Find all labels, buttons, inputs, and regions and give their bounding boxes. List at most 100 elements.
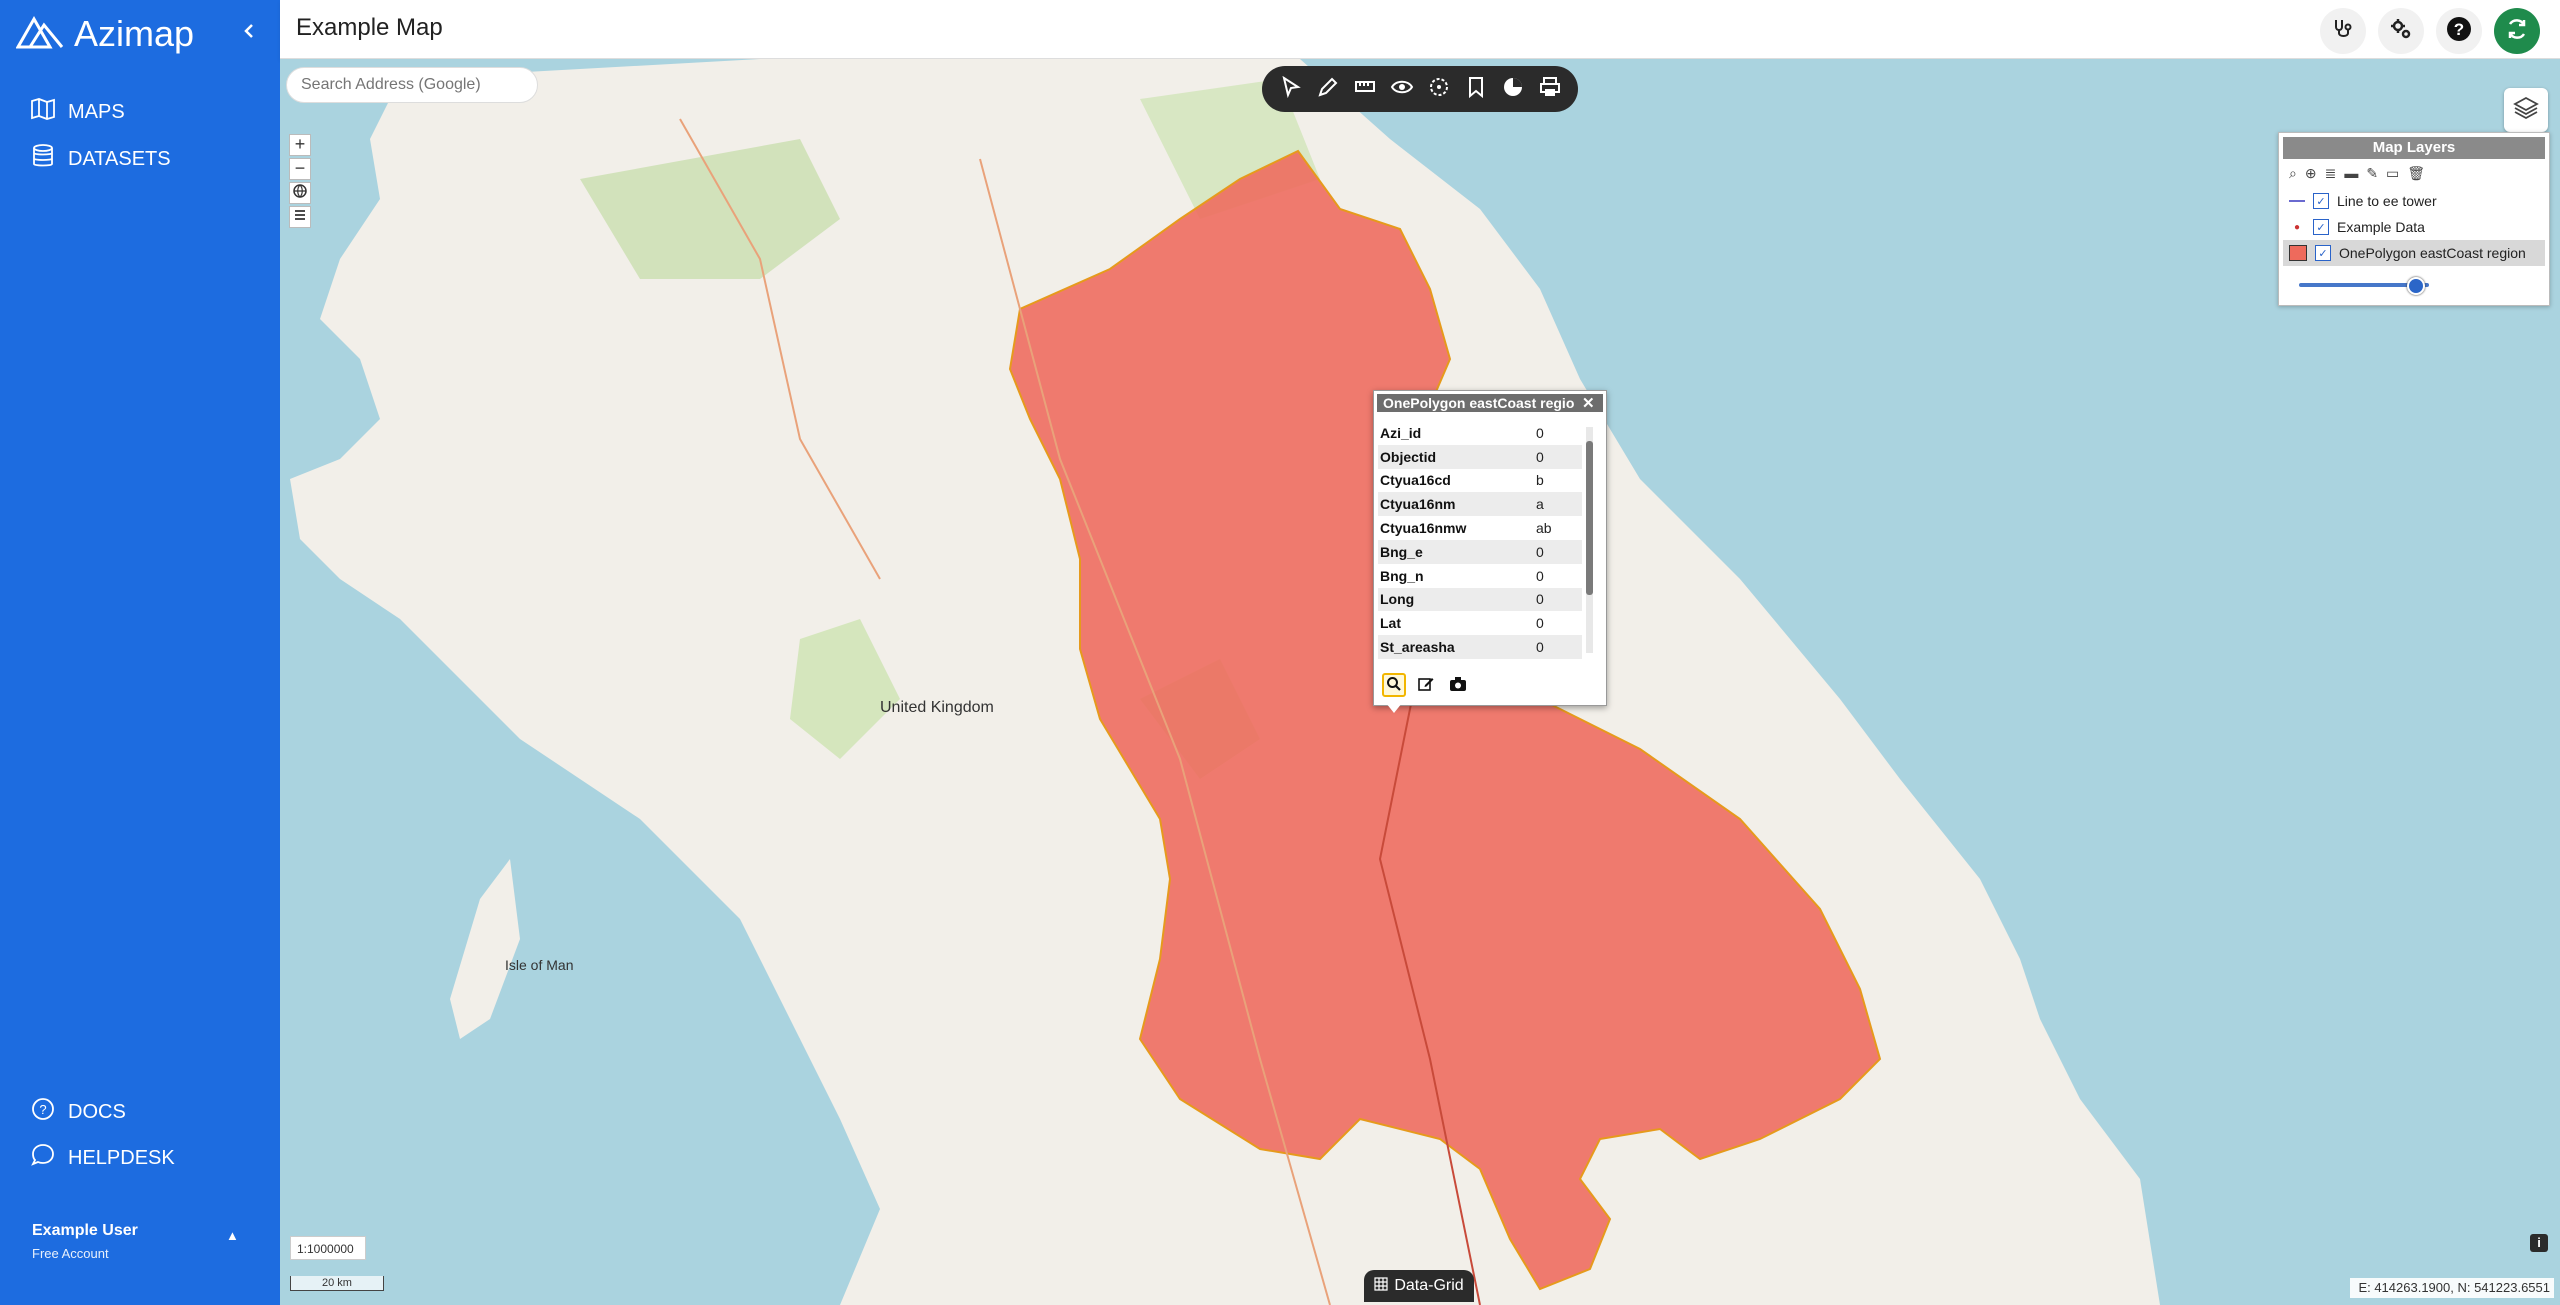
help-button[interactable]: ?: [2436, 8, 2482, 54]
attribute-key: Objectid: [1380, 448, 1437, 465]
bookmark-tool[interactable]: [1461, 74, 1491, 104]
close-icon[interactable]: ✕: [1582, 394, 1595, 412]
settings-button[interactable]: [2378, 8, 2424, 54]
nav-docs[interactable]: ? DOCS: [30, 1096, 126, 1128]
nav-helpdesk[interactable]: HELPDESK: [30, 1142, 175, 1174]
table-row: Objectid 0: [1378, 444, 1582, 469]
attribute-value: ab: [1536, 520, 1552, 537]
user-name: Example User: [32, 1222, 138, 1239]
chevron-up-icon[interactable]: ▲: [226, 1228, 239, 1243]
opacity-slider-handle[interactable]: [2407, 277, 2425, 295]
comment-icon[interactable]: ▭: [2386, 165, 2399, 182]
stethoscope-button[interactable]: [2320, 8, 2366, 54]
layer-checkbox[interactable]: ✓: [2313, 193, 2329, 209]
layer-checkbox[interactable]: ✓: [2313, 219, 2329, 235]
attribute-value: 0: [1536, 567, 1544, 584]
select-arrow-icon: [1279, 75, 1303, 104]
attribute-value: 0: [1536, 448, 1544, 465]
view-tool[interactable]: [1387, 74, 1417, 104]
collapse-sidebar-icon[interactable]: [238, 20, 260, 42]
azimap-logo-icon: [15, 15, 64, 54]
layer-name: Example Data: [2337, 219, 2425, 235]
edit-feature-button[interactable]: [1414, 673, 1438, 697]
camera-button[interactable]: [1446, 673, 1470, 697]
chat-icon: [30, 1142, 56, 1174]
layer-row[interactable]: ✓ OnePolygon eastCoast region: [2283, 240, 2545, 266]
grid-icon: [1374, 1276, 1388, 1296]
table-row: Ctyua16cd b: [1378, 469, 1582, 493]
measure-tool[interactable]: [1350, 74, 1380, 104]
attribute-key: Azi_id: [1380, 424, 1422, 441]
attribute-value: 0: [1536, 424, 1544, 441]
scale-bar: 20 km: [290, 1276, 384, 1291]
popup-scrollbar-thumb[interactable]: [1586, 441, 1593, 595]
user-block[interactable]: Example User Free Account: [32, 1222, 138, 1261]
page-title: Example Map: [296, 14, 443, 41]
attribute-value: 0: [1536, 591, 1544, 608]
layer-checkbox[interactable]: ✓: [2315, 245, 2331, 261]
table-row: Ctyua16nm a: [1378, 492, 1582, 517]
sync-button[interactable]: [2494, 8, 2540, 54]
bookmark-icon: [1464, 75, 1488, 104]
layer-row[interactable]: ✓ Line to ee tower: [2279, 188, 2549, 214]
info-icon[interactable]: i: [2530, 1234, 2548, 1252]
select-tool[interactable]: [1276, 74, 1306, 104]
draw-icon: [1316, 75, 1340, 104]
user-plan: Free Account: [32, 1246, 109, 1261]
popup-actions: [1382, 673, 1470, 697]
map-label-uk: United Kingdom: [880, 699, 994, 716]
add-layer-icon[interactable]: ⊕: [2305, 165, 2317, 182]
coordinate-readout: E: 414263.1900, N: 541223.6551: [2350, 1278, 2554, 1298]
edit-icon: [1417, 675, 1435, 696]
data-grid-label: Data-Grid: [1394, 1277, 1464, 1294]
search-icon[interactable]: ⌕: [2289, 165, 2297, 182]
nav-datasets[interactable]: DATASETS: [30, 143, 171, 175]
nav-helpdesk-label: HELPDESK: [68, 1146, 175, 1169]
data-grid-button[interactable]: Data-Grid: [1364, 1270, 1474, 1302]
attribute-key: St_areasha: [1380, 639, 1455, 656]
table-row: Long 0: [1378, 587, 1582, 612]
draw-tool[interactable]: [1313, 74, 1343, 104]
zoom-to-feature-button[interactable]: [1382, 673, 1406, 697]
zoom-in-button[interactable]: +: [289, 134, 311, 156]
wrench-icon[interactable]: ✎: [2366, 165, 2378, 182]
brand-name: Azimap: [74, 13, 195, 54]
trash-icon[interactable]: 🗑: [2407, 165, 2425, 182]
help-icon: ?: [2446, 16, 2472, 47]
attribute-value: 0: [1536, 543, 1544, 560]
layers-panel-title: Map Layers: [2283, 137, 2545, 159]
search-input[interactable]: [286, 67, 538, 103]
popup-title: OnePolygon eastCoast regio: [1377, 394, 1603, 412]
stethoscope-icon: [2330, 16, 2356, 47]
settings-icon: [2388, 16, 2414, 47]
nav-docs-label: DOCS: [68, 1100, 126, 1123]
print-icon: [1538, 75, 1562, 104]
map-label-isle-of-man: Isle of Man: [505, 957, 574, 973]
layers-panel: Map Layers ⌕ ⊕ ≣ ▬ ✎ ▭ 🗑 ✓ Line to ee to…: [2278, 132, 2550, 306]
database-icon[interactable]: ≣: [2325, 165, 2337, 182]
view-icon: [1390, 75, 1414, 104]
nav-datasets-label: DATASETS: [68, 147, 171, 170]
layers-icon: [2512, 94, 2540, 127]
globe-button[interactable]: [289, 182, 311, 204]
measure-icon: [1353, 75, 1377, 104]
folder-icon[interactable]: ▬: [2344, 165, 2358, 182]
print-tool[interactable]: [1535, 74, 1565, 104]
analysis-tool[interactable]: [1424, 74, 1454, 104]
analysis-icon: [1427, 75, 1451, 104]
layer-name: OnePolygon eastCoast region: [2339, 245, 2526, 261]
layer-row[interactable]: ● ✓ Example Data: [2279, 214, 2549, 240]
brand[interactable]: Azimap: [15, 12, 195, 56]
nav-maps[interactable]: MAPS: [30, 96, 125, 128]
attribute-key: Ctyua16nmw: [1380, 520, 1467, 537]
chart-tool[interactable]: [1498, 74, 1528, 104]
layers-toggle-button[interactable]: [2504, 88, 2548, 132]
legend-button[interactable]: [289, 206, 311, 228]
polygon-symbol-icon: [2289, 245, 2307, 261]
map-icon: [30, 96, 56, 128]
zoom-out-button[interactable]: −: [289, 158, 311, 180]
attribute-key: Ctyua16cd: [1380, 472, 1451, 489]
scale-select[interactable]: 1:1000000: [290, 1236, 366, 1260]
attribute-table: Azi_id 0 Objectid 0 Ctyua16cd b Ctyua16nm a …: [1378, 421, 1582, 659]
feature-popup: OnePolygon eastCoast regio ✕ Azi_id 0 Obj…: [1373, 390, 1607, 713]
